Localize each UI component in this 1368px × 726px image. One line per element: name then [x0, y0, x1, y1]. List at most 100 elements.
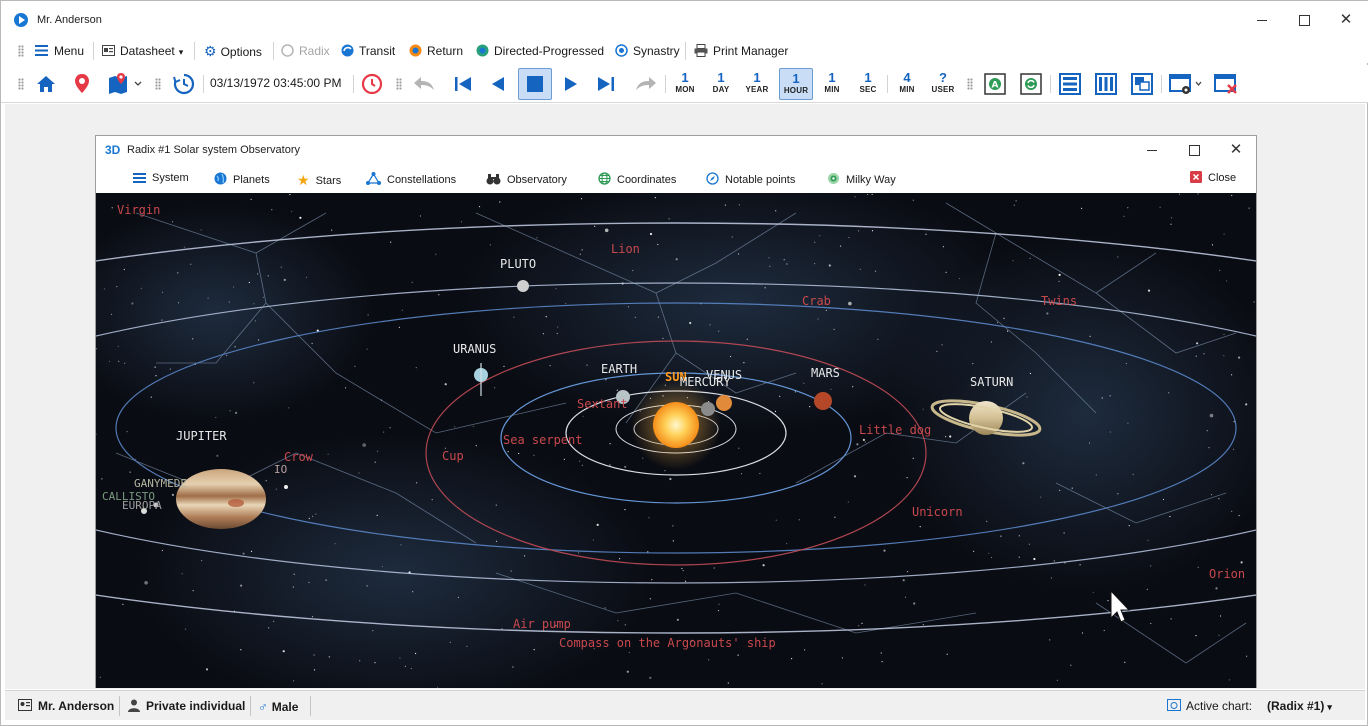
step-back-button[interactable] — [483, 69, 513, 99]
label-sea-serpent: Sea serpent — [503, 433, 582, 447]
step-month[interactable]: 1 MON — [670, 70, 700, 100]
cascade-button[interactable] — [1127, 69, 1157, 99]
options-menu[interactable]: ⚙ Options — [204, 39, 262, 63]
layout-columns-button[interactable] — [1091, 69, 1121, 99]
mars-body[interactable] — [814, 392, 832, 410]
datasheet-label: Datasheet — [120, 44, 175, 58]
redo-button[interactable] — [631, 69, 661, 99]
label-compass: Compass on the Argonauts' ship — [559, 636, 776, 650]
step-value: 4 — [903, 70, 911, 85]
step-day[interactable]: 1 DAY — [706, 70, 736, 100]
step-second[interactable]: 1 SEC — [853, 70, 883, 100]
step-hour[interactable]: 1 HOUR — [779, 68, 813, 100]
label-sextant: Sextant — [577, 397, 628, 411]
radix-button[interactable]: Radix — [281, 39, 330, 63]
chart-datetime[interactable]: 03/13/1972 03:45:00 PM — [210, 76, 341, 90]
menu-planets[interactable]: Planets — [214, 172, 270, 186]
child-title-bar: 3D Radix #1 Solar system Observatory ✕ — [96, 136, 1256, 164]
grip-handle[interactable] — [18, 78, 24, 90]
solar-system-view[interactable]: PLUTO URANUS EARTH SUN VENUS MERCURY MAR… — [96, 193, 1256, 688]
minimize-button[interactable] — [1244, 9, 1280, 31]
return-label: Return — [427, 44, 464, 58]
label-twins: Twins — [1041, 294, 1077, 308]
location-button[interactable] — [67, 69, 97, 99]
observatory-menu: System Planets ★ Stars Constellations Obs… — [96, 164, 1256, 193]
step-label: DAY — [712, 85, 730, 94]
constellations-label: Constellations — [387, 174, 457, 186]
venus-body[interactable] — [716, 395, 732, 411]
step-year[interactable]: 1 YEAR — [742, 70, 772, 100]
step-minute[interactable]: 1 MIN — [817, 70, 847, 100]
status-gender[interactable]: ♂ Male — [258, 699, 298, 714]
hamburger-icon — [133, 173, 146, 183]
step-value: ? — [939, 70, 947, 85]
grip-handle[interactable] — [18, 45, 24, 57]
layout-rows-button[interactable] — [1055, 69, 1085, 99]
grip-handle[interactable] — [967, 78, 973, 90]
grip-handle[interactable] — [155, 78, 161, 90]
grip-handle[interactable] — [396, 78, 402, 90]
stop-button[interactable] — [518, 68, 552, 100]
sun-body[interactable] — [653, 402, 699, 448]
pluto-body[interactable] — [517, 280, 529, 292]
badge-3d-icon: 3D — [105, 143, 121, 157]
map-button[interactable] — [103, 69, 143, 99]
return-button[interactable]: Return — [409, 39, 463, 63]
transit-button[interactable]: Transit — [341, 39, 395, 63]
mercury-body[interactable] — [701, 402, 715, 416]
window-options-button[interactable] — [1166, 69, 1204, 99]
undo-icon — [414, 77, 434, 90]
jupiter-body[interactable] — [176, 469, 266, 529]
globe-icon — [214, 172, 227, 185]
label-io: IO — [274, 463, 287, 476]
datasheet-menu[interactable]: Datasheet ▾ — [102, 39, 183, 63]
menu-label: Menu — [54, 44, 85, 58]
home-icon — [37, 76, 55, 92]
synastry-button[interactable]: Synastry — [615, 39, 680, 63]
step-value: 1 — [717, 70, 725, 85]
menu-milky-way[interactable]: Milky Way — [827, 172, 896, 186]
menu-constellations[interactable]: Constellations — [366, 172, 456, 186]
play-button[interactable] — [556, 69, 586, 99]
menu-observatory[interactable]: Observatory — [486, 172, 567, 186]
radix-label: Radix — [299, 44, 330, 58]
directed-progressed-button[interactable]: Directed-Progressed — [476, 39, 604, 63]
child-minimize-button[interactable] — [1134, 139, 1170, 161]
step-4-minutes[interactable]: 4 MIN — [892, 70, 922, 100]
active-chart-selector[interactable]: (Radix #1) ▾ — [1267, 699, 1332, 713]
undo-button[interactable] — [409, 69, 439, 99]
compass-icon — [706, 172, 719, 185]
menu-close[interactable]: Close — [1190, 171, 1236, 184]
clock-icon — [361, 73, 383, 95]
male-icon: ♂ — [258, 699, 268, 714]
child-maximize-button[interactable] — [1176, 139, 1212, 161]
divider — [250, 696, 251, 716]
menu-stars[interactable]: ★ Stars — [297, 172, 341, 189]
print-manager-button[interactable]: Print Manager — [694, 39, 788, 63]
label-pluto: PLUTO — [500, 257, 536, 271]
history-button[interactable] — [169, 69, 199, 99]
status-type-label: Private individual — [146, 699, 246, 713]
clock-button[interactable] — [357, 69, 387, 99]
close-button[interactable]: ✕ — [1328, 9, 1364, 31]
step-user[interactable]: ? USER — [928, 70, 958, 100]
divider — [203, 75, 204, 93]
label-uranus: URANUS — [453, 342, 496, 356]
solar-system-canvas[interactable]: PLUTO URANUS EARTH SUN VENUS MERCURY MAR… — [96, 193, 1256, 688]
child-close-button[interactable]: ✕ — [1218, 139, 1254, 161]
close-all-windows-button[interactable] — [1211, 69, 1241, 99]
chart-window-icon — [1167, 699, 1181, 711]
status-type[interactable]: Private individual — [128, 699, 245, 713]
label-orion: Orion — [1209, 567, 1245, 581]
home-button[interactable] — [31, 69, 61, 99]
first-button[interactable] — [448, 69, 478, 99]
maximize-button[interactable] — [1286, 9, 1322, 31]
menu-system[interactable]: System — [133, 172, 189, 184]
menu-notable-points[interactable]: Notable points — [706, 172, 795, 186]
refresh-button[interactable] — [1016, 69, 1046, 99]
status-user[interactable]: Mr. Anderson — [18, 699, 114, 713]
last-button[interactable] — [591, 69, 621, 99]
aspect-chart-button[interactable]: A — [980, 69, 1010, 99]
menu-button[interactable]: Menu — [35, 39, 84, 63]
menu-coordinates[interactable]: Coordinates — [598, 172, 676, 186]
